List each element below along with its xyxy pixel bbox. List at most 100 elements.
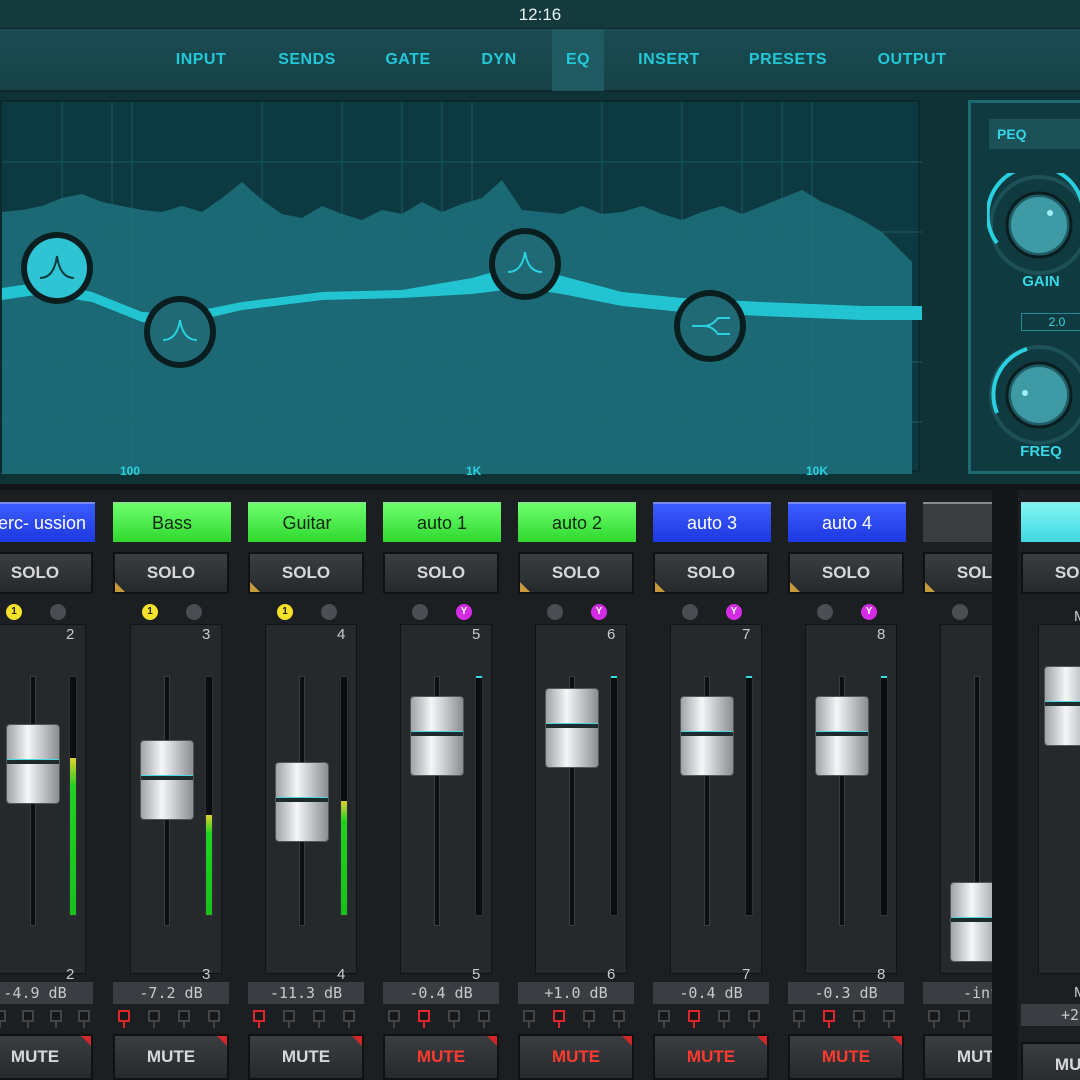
mute-button[interactable]: MUTE xyxy=(518,1034,634,1080)
mute-button[interactable]: MUTE xyxy=(653,1034,769,1080)
solo-button[interactable]: SOLO xyxy=(113,552,229,594)
gain-readout: +1.0 dB xyxy=(518,982,634,1004)
mute-corner xyxy=(217,1036,227,1046)
channel-name[interactable]: Perc- ussion xyxy=(0,502,95,542)
send-indicator xyxy=(0,1010,6,1028)
channel-strip: auto 4 SOLO Y 8 8 -0.3 dB MUTE xyxy=(785,496,910,1080)
mute-corner xyxy=(81,1036,91,1046)
channel-name[interactable]: Bass xyxy=(113,502,231,542)
channel-name[interactable]: Guitar xyxy=(248,502,366,542)
channel-strip: auto 2 SOLO Y 6 6 +1.0 dB MUTE xyxy=(515,496,640,1080)
freq-label-1k: 1K xyxy=(466,464,482,478)
solo-button[interactable]: SOLO xyxy=(1021,552,1080,594)
mute-label: MUTE xyxy=(146,1047,196,1066)
tab-eq[interactable]: EQ xyxy=(552,29,604,91)
mute-button[interactable]: MUTE xyxy=(1021,1042,1080,1080)
mixer-strips: Perc- ussion SOLO 1 2 2 -4.9 dB MUTE Bas… xyxy=(0,484,1080,1080)
freq-label-10k: 10K xyxy=(806,464,829,478)
send-indicator xyxy=(688,1010,700,1028)
solo-button[interactable]: SOLO xyxy=(518,552,634,594)
mute-corner xyxy=(892,1036,902,1046)
channel-name[interactable]: auto 3 xyxy=(653,502,771,542)
channel-name[interactable] xyxy=(923,502,992,542)
tab-dyn[interactable]: DYN xyxy=(472,29,526,91)
eq-type-select[interactable]: PEQ xyxy=(989,119,1080,149)
fader-handle[interactable] xyxy=(140,740,194,820)
solo-label: SOLO xyxy=(821,563,871,582)
tab-input[interactable]: INPUT xyxy=(160,29,242,91)
group-dot xyxy=(186,604,202,620)
eq-graph[interactable]: 100 1K 10K xyxy=(0,100,922,478)
group-dot: Y xyxy=(456,604,472,620)
fader-handle[interactable] xyxy=(275,762,329,842)
mute-button[interactable]: MUTE xyxy=(788,1034,904,1080)
solo-label: SOLO xyxy=(281,563,331,582)
freq-knob[interactable] xyxy=(987,343,1080,447)
fader-handle[interactable] xyxy=(950,882,992,962)
group-dot xyxy=(682,604,698,620)
channel-name[interactable]: auto 2 xyxy=(518,502,636,542)
fader-handle[interactable] xyxy=(815,696,869,776)
solo-button[interactable]: SOLO xyxy=(788,552,904,594)
send-indicator xyxy=(178,1010,190,1028)
fader-handle[interactable] xyxy=(545,688,599,768)
eq-band-3-handle xyxy=(489,228,561,300)
channel-strip: auto 3 SOLO Y 7 7 -0.4 dB MUTE xyxy=(650,496,775,1080)
gain-readout: -0.4 dB xyxy=(653,982,769,1004)
channel-name[interactable] xyxy=(1021,502,1080,542)
mute-corner xyxy=(487,1036,497,1046)
solo-label: SOLO xyxy=(416,563,466,582)
channel-number: 6 xyxy=(607,626,616,643)
tab-insert[interactable]: INSERT xyxy=(630,29,708,91)
send-indicator xyxy=(22,1010,34,1028)
send-indicator xyxy=(118,1010,130,1028)
group-dot xyxy=(817,604,833,620)
mute-button[interactable]: MUTE xyxy=(923,1034,992,1080)
mute-button[interactable]: MUTE xyxy=(248,1034,364,1080)
channel-number: 7 xyxy=(742,626,751,643)
mute-button[interactable]: MUTE xyxy=(0,1034,93,1080)
send-indicator xyxy=(388,1010,400,1028)
channel-name[interactable]: auto 4 xyxy=(788,502,906,542)
send-indicator xyxy=(583,1010,595,1028)
fader-handle[interactable] xyxy=(680,696,734,776)
fader-handle[interactable] xyxy=(410,696,464,776)
peak-indicator xyxy=(881,676,887,678)
send-indicator xyxy=(478,1010,490,1028)
group-dot xyxy=(952,604,968,620)
meter-fill xyxy=(70,757,76,915)
solo-label: SOLO xyxy=(551,563,601,582)
tab-presets[interactable]: PRESETS xyxy=(740,29,836,91)
eq-panel: 100 1K 10K PEQ GAIN 2.0 FREQ xyxy=(0,92,1080,484)
channel-strip: Guitar SOLO 1 4 4 -11.3 dB MUTE xyxy=(245,496,370,1080)
tab-sends[interactable]: SENDS xyxy=(268,29,346,91)
channel-name[interactable]: auto 1 xyxy=(383,502,501,542)
gain-label: GAIN xyxy=(1022,273,1060,290)
solo-button[interactable]: SOLO xyxy=(653,552,769,594)
solo-button[interactable]: SOLO xyxy=(0,552,93,594)
solo-button[interactable]: SOLO xyxy=(383,552,499,594)
gain-knob[interactable] xyxy=(987,173,1080,277)
tab-gate[interactable]: GATE xyxy=(374,29,442,91)
meter-fill xyxy=(206,815,212,915)
send-indicator xyxy=(208,1010,220,1028)
freq-label-100: 100 xyxy=(120,464,141,478)
eq-band-2-handle xyxy=(144,296,216,368)
send-indicator xyxy=(658,1010,670,1028)
solo-button[interactable]: SOLO xyxy=(923,552,992,594)
fader-handle[interactable] xyxy=(1044,666,1080,746)
fader-handle[interactable] xyxy=(6,724,60,804)
send-indicator xyxy=(718,1010,730,1028)
mute-label: MUTE xyxy=(1054,1055,1080,1074)
eq-band-1-handle xyxy=(21,232,93,304)
q-value-field[interactable]: 2.0 xyxy=(1021,313,1080,331)
tab-bar: INPUT SENDS GATE DYN EQ INSERT PRESETS O… xyxy=(0,28,1080,92)
group-dot xyxy=(547,604,563,620)
mute-label: MUTE xyxy=(416,1047,466,1066)
solo-button[interactable]: SOLO xyxy=(248,552,364,594)
mute-button[interactable]: MUTE xyxy=(113,1034,229,1080)
mute-button[interactable]: MUTE xyxy=(383,1034,499,1080)
meter-fill xyxy=(341,800,347,915)
tab-output[interactable]: OUTPUT xyxy=(868,29,956,91)
channel-number-bottom: 8 xyxy=(877,966,886,983)
